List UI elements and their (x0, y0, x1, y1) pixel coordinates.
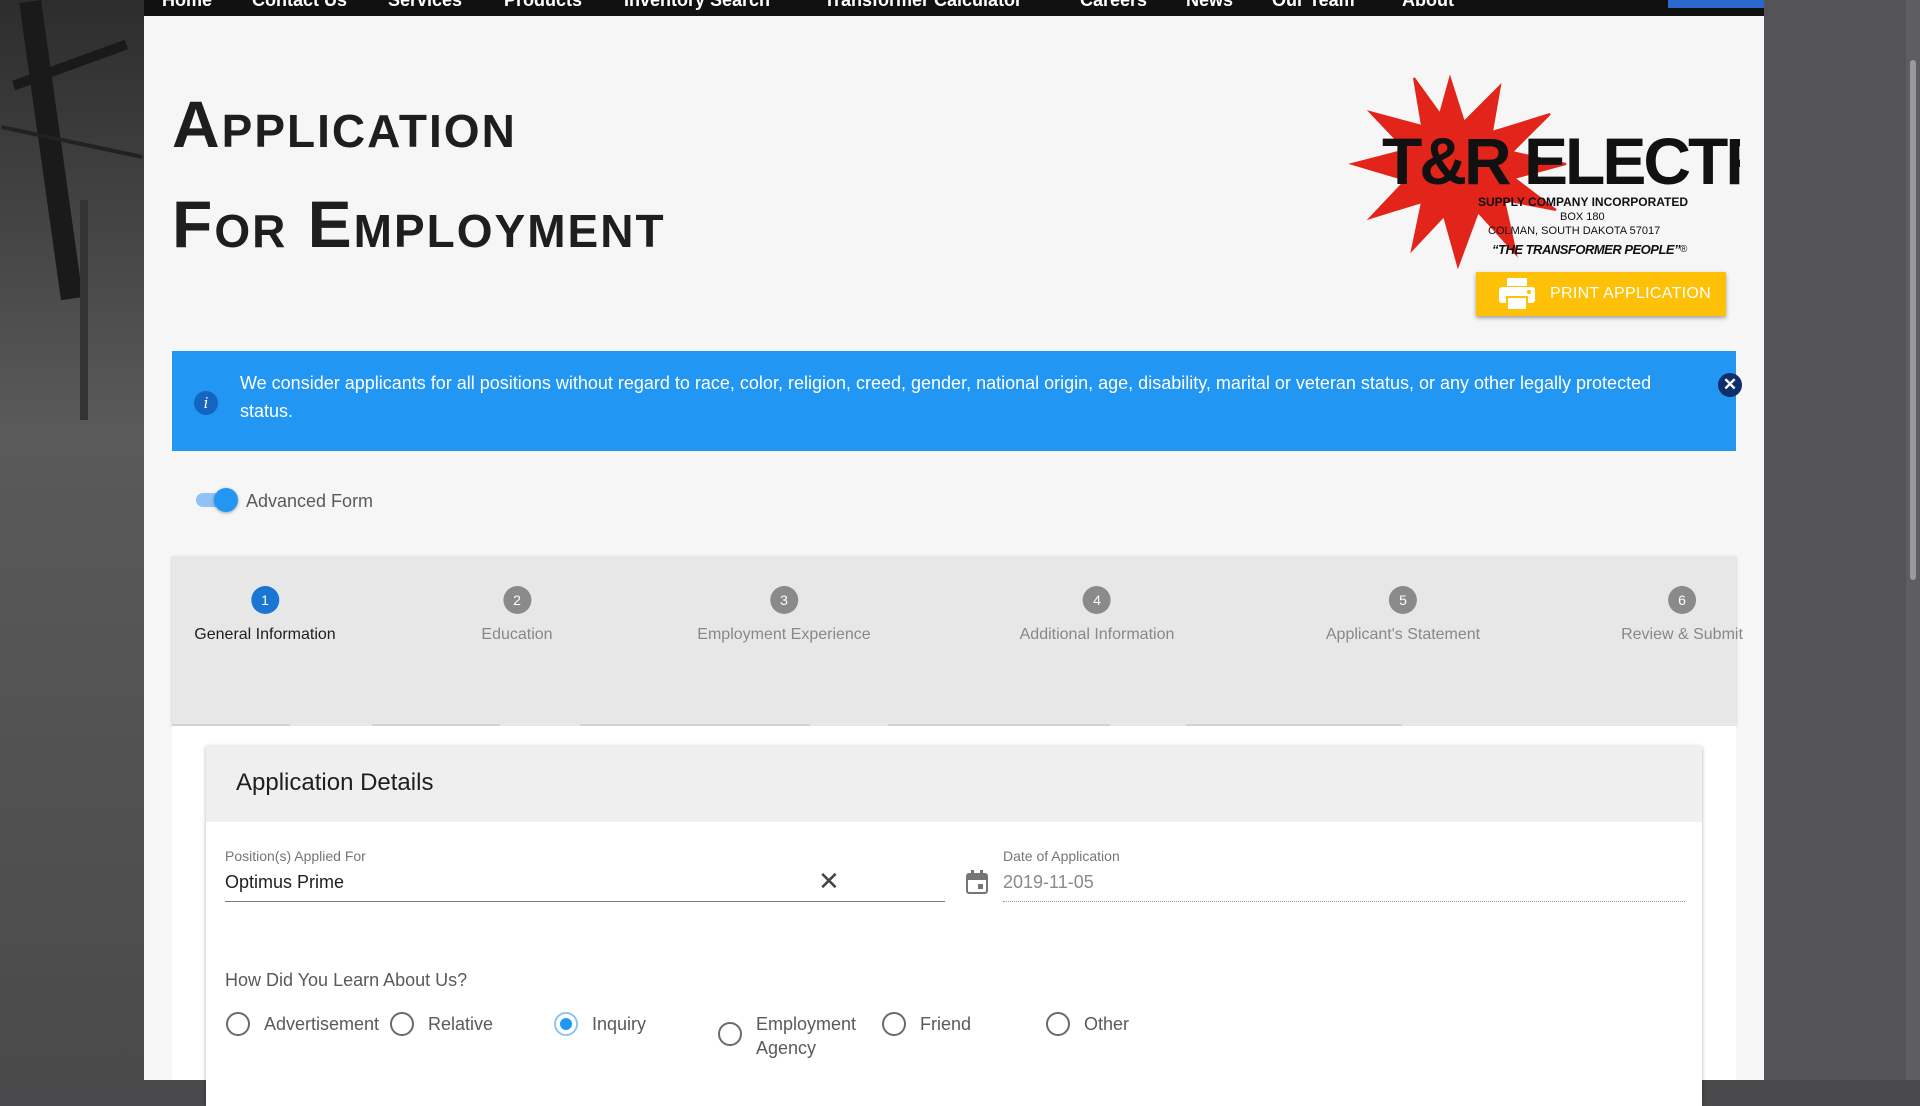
step-general-information[interactable]: 1 General Information (194, 586, 336, 644)
date-field-label: Date of Application (1003, 848, 1120, 864)
alert-close-icon[interactable]: ✕ (1718, 373, 1742, 397)
logo-line-1: SUPPLY COMPANY INCORPORATED (1478, 195, 1688, 209)
step-number: 2 (502, 586, 531, 614)
step-number: 5 (1389, 586, 1417, 614)
radio-circle (226, 1012, 250, 1036)
toggle-knob (214, 488, 238, 512)
radio-circle (1046, 1012, 1070, 1036)
radio-label: Employment Agency (756, 1014, 857, 1058)
radio-label: Friend (920, 1014, 972, 1034)
alert-message: We consider applicants for all positions… (240, 373, 1652, 421)
position-field-underline (225, 901, 945, 902)
date-input[interactable]: 2019-11-05 (1003, 872, 1094, 893)
nav-item-inventory[interactable]: Inventory Search (624, 0, 770, 11)
step-label: Employment Experience (697, 626, 871, 643)
logo-name: T&R ELECTRIC (1382, 124, 1740, 198)
nav-item-careers[interactable]: Careers (1080, 0, 1147, 11)
date-field-underline (1003, 901, 1685, 902)
printer-icon (1499, 278, 1535, 311)
radio-selected-dot (560, 1018, 572, 1030)
top-nav: Home Contact Us Services Products Invent… (144, 0, 1764, 16)
step-employment-experience[interactable]: 3 Employment Experience (697, 586, 871, 644)
step-label: Education (481, 626, 553, 643)
logo-line-2: BOX 180 (1560, 211, 1605, 223)
card-title: Application Details (236, 769, 434, 796)
logo-line-3: COLMAN, SOUTH DAKOTA 57017 (1488, 225, 1660, 237)
step-education[interactable]: 2 Education (481, 586, 553, 644)
step-number: 6 (1667, 586, 1696, 614)
logo-registered-mark: ® (1680, 244, 1688, 255)
background-photo (0, 0, 144, 1080)
advanced-form-label: Advanced Form (246, 491, 374, 511)
print-application-button[interactable]: PRINT APPLICATION (1476, 272, 1726, 316)
step-review-submit[interactable]: 6 Review & Submit (1621, 586, 1743, 644)
radio-circle (718, 1022, 742, 1046)
nav-item-products[interactable]: Products (504, 0, 582, 11)
nav-item-home[interactable]: Home (162, 0, 212, 11)
radio-label: Advertisement (264, 1014, 380, 1034)
application-details-card: Application Details Position(s) Applied … (206, 746, 1702, 1106)
nav-item-team[interactable]: Our Team (1272, 0, 1355, 11)
company-logo[interactable]: T&R ELECTRIC SUPPLY COMPANY INCORPORATED… (1340, 60, 1740, 270)
nav-item-about[interactable]: About (1402, 0, 1454, 11)
step-label: Applicant's Statement (1325, 626, 1481, 643)
radio-circle (882, 1012, 906, 1036)
application-stepper: 1 General Information 2 Education 3 Empl… (172, 556, 1743, 726)
title-line-1: Application (172, 87, 517, 161)
step-number: 3 (769, 586, 798, 614)
step-number: 4 (1082, 586, 1111, 614)
right-background (1764, 0, 1920, 1080)
print-application-label: PRINT APPLICATION (1550, 285, 1711, 302)
nav-action-button[interactable] (1668, 0, 1764, 8)
nav-item-contact[interactable]: Contact Us (252, 0, 347, 11)
page-title: Application For Employment (172, 74, 666, 274)
step-applicants-statement[interactable]: 5 Applicant's Statement (1326, 586, 1480, 644)
scrollbar[interactable] (1906, 0, 1920, 1080)
logo-tagline: “THE TRANSFORMER PEOPLE” (1492, 242, 1681, 257)
scrollbar-thumb[interactable] (1910, 60, 1916, 580)
radio-circle (390, 1012, 414, 1036)
step-label: Additional Information (1019, 626, 1175, 643)
position-field-label: Position(s) Applied For (225, 848, 366, 864)
nav-item-services[interactable]: Services (388, 0, 462, 11)
nav-item-news[interactable]: News (1186, 0, 1233, 11)
position-input[interactable]: Optimus Prime (225, 872, 344, 893)
radio-label: Other (1084, 1014, 1130, 1034)
calendar-icon[interactable] (966, 870, 988, 894)
nav-item-calculator[interactable]: Transformer Calculator (824, 0, 1022, 11)
radio-label: Relative (428, 1014, 494, 1034)
card-header: Application Details (206, 746, 1702, 822)
info-icon: i (194, 391, 218, 415)
learn-about-us-question: How Did You Learn About Us? (225, 970, 468, 990)
radio-label: Inquiry (592, 1014, 647, 1034)
step-additional-information[interactable]: 4 Additional Information (1019, 586, 1175, 644)
equal-opportunity-alert: i We consider applicants for all positio… (172, 351, 1742, 451)
advanced-form-toggle[interactable] (194, 488, 238, 512)
step-number: 1 (251, 586, 279, 614)
clear-icon[interactable]: ✕ (818, 866, 840, 897)
step-label: Review & Submit (1621, 626, 1743, 643)
step-label: General Information (194, 626, 336, 643)
title-line-2: For Employment (172, 187, 666, 261)
